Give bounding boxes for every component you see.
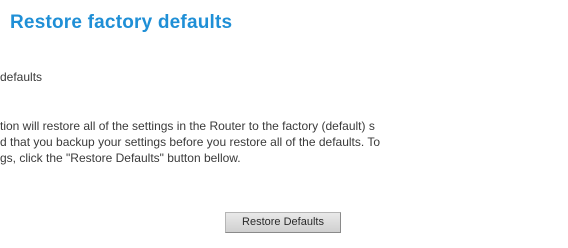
page-title: Restore factory defaults [10,12,233,33]
description-line: d that you backup your settings before y… [0,135,381,149]
description-line: tion will restore all of the settings in… [0,119,375,133]
description: tion will restore all of the settings in… [0,118,568,166]
restore-defaults-button[interactable]: Restore Defaults [225,212,341,233]
section-subheading: defaults [0,70,43,84]
description-line: gs, click the "Restore Defaults" button … [0,151,241,165]
